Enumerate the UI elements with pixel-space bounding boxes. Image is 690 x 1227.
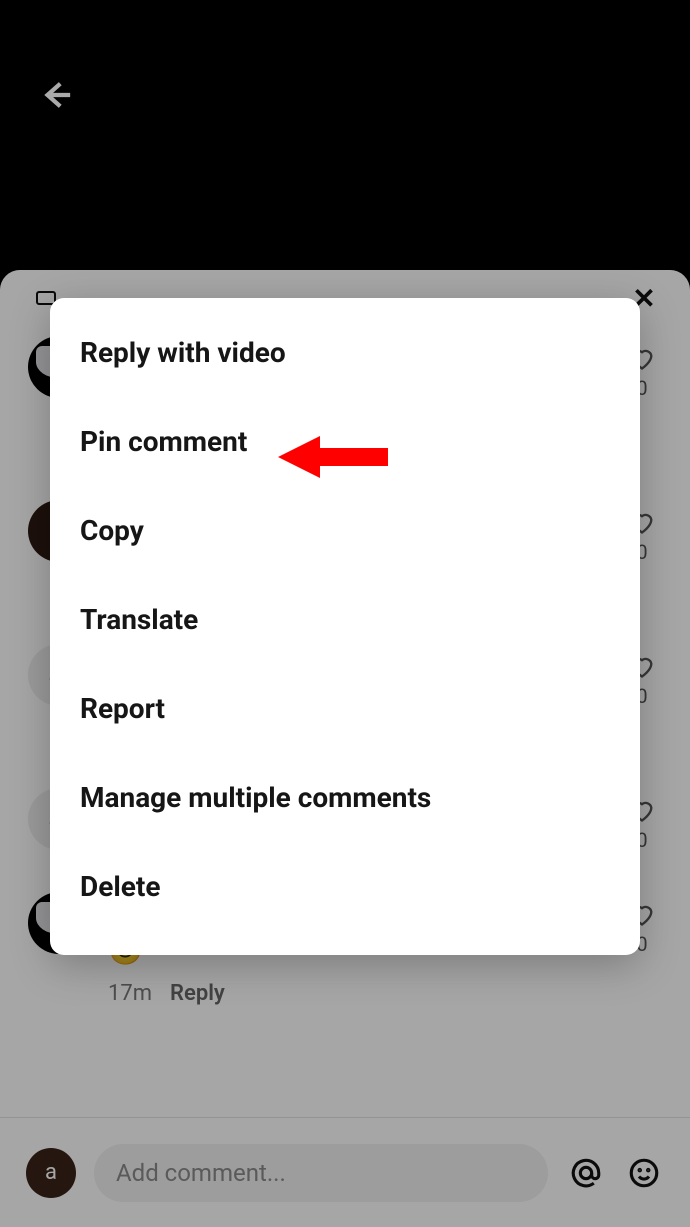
menu-delete[interactable]: Delete [50,842,640,931]
menu-translate[interactable]: Translate [50,575,640,664]
menu-pin-comment[interactable]: Pin comment [50,397,640,486]
menu-reply-with-video[interactable]: Reply with video [50,308,640,397]
menu-report[interactable]: Report [50,664,640,753]
comment-context-menu: Reply with video Pin comment Copy Transl… [50,298,640,955]
menu-manage-multiple[interactable]: Manage multiple comments [50,753,640,842]
arrow-left-icon [39,78,73,112]
video-area [0,0,690,270]
back-button[interactable] [36,75,76,115]
menu-copy[interactable]: Copy [50,486,640,575]
